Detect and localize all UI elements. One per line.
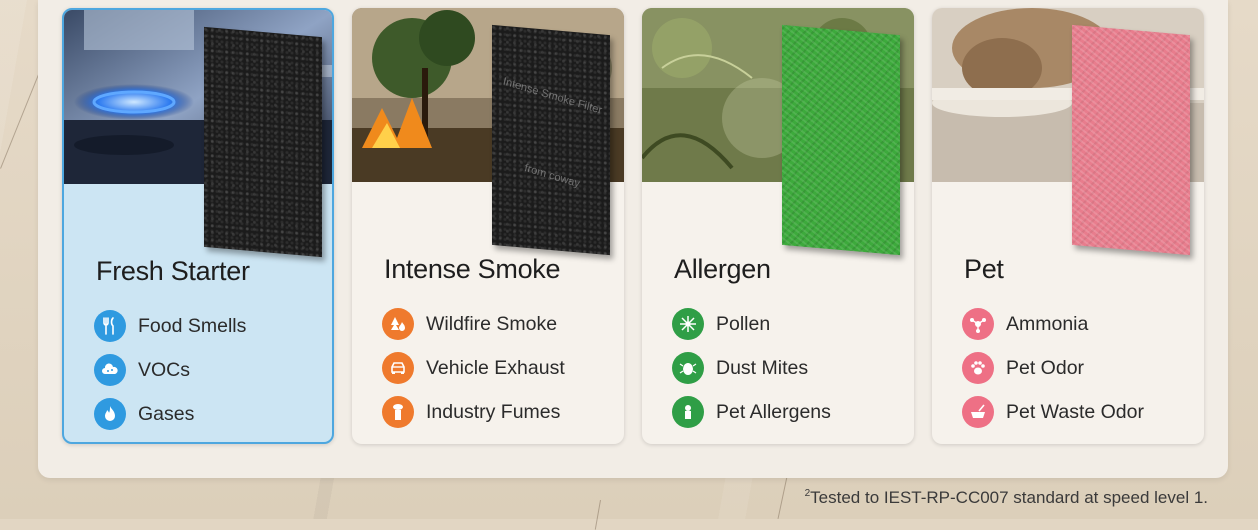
feature-label: Ammonia [1006,312,1089,335]
feature-item: Wildfire Smoke [382,302,565,346]
car-icon [382,352,414,384]
litter-box-icon [962,396,994,428]
pet-filter-pad [1072,24,1190,256]
flame-icon [94,398,126,430]
filter-card-fresh-starter[interactable]: Fresh Starter Food Smells VOCs Gases [62,8,334,444]
feature-label: Food Smells [138,314,247,337]
feature-item: Vehicle Exhaust [382,346,565,390]
card-title: Intense Smoke [384,254,561,284]
filter-brand-label: from coway [523,162,581,191]
filter-card-pet[interactable]: Pet Ammonia Pet Odor Pet Waste Odor [932,8,1204,444]
carbon-filter-pad [204,26,322,258]
feature-list: Wildfire Smoke Vehicle Exhaust Industry … [382,302,565,434]
feature-label: Industry Fumes [426,400,561,423]
filter-options-panel: Fresh Starter Food Smells VOCs Gases Int… [38,0,1228,478]
feature-label: Pet Allergens [716,400,831,423]
pollen-icon [672,308,704,340]
dust-mite-icon [672,352,704,384]
feature-item: Pet Odor [962,346,1144,390]
molecule-icon [962,308,994,340]
pet-allergen-icon [672,396,704,428]
feature-item: Pollen [672,302,831,346]
feature-label: Dust Mites [716,356,809,379]
footnote-text: Tested to IEST-RP-CC007 standard at spee… [810,488,1208,507]
feature-item: Pet Allergens [672,390,831,434]
feature-label: Pet Waste Odor [1006,400,1144,423]
card-title: Allergen [674,254,771,284]
feature-label: Pet Odor [1006,356,1085,379]
feature-item: Industry Fumes [382,390,565,434]
feature-item: Pet Waste Odor [962,390,1144,434]
filter-card-allergen[interactable]: Allergen Pollen Dust Mites Pet Allergens [642,8,914,444]
feature-item: Food Smells [94,304,246,348]
feature-label: Pollen [716,312,771,335]
utensils-icon [94,310,126,342]
cloud-icon [94,354,126,386]
smoke-filter-pad: Intense Smoke Filter from coway [492,24,610,256]
card-title: Fresh Starter [96,256,250,286]
feature-list: Food Smells VOCs Gases [94,304,246,436]
allergen-filter-pad [782,24,900,256]
paw-icon [962,352,994,384]
feature-item: Dust Mites [672,346,831,390]
footnote: 2Tested to IEST-RP-CC007 standard at spe… [805,488,1208,508]
feature-list: Pollen Dust Mites Pet Allergens [672,302,831,434]
filter-print-label: Intense Smoke Filter [501,75,604,117]
fire-tree-icon [382,308,414,340]
factory-icon [382,396,414,428]
feature-label: Vehicle Exhaust [426,356,565,379]
feature-item: Gases [94,392,246,436]
card-title: Pet [964,254,1004,284]
feature-label: Wildfire Smoke [426,312,558,335]
feature-item: Ammonia [962,302,1144,346]
feature-item: VOCs [94,348,246,392]
feature-list: Ammonia Pet Odor Pet Waste Odor [962,302,1144,434]
feature-label: VOCs [138,358,191,381]
filter-card-intense-smoke[interactable]: Intense Smoke Filter from coway Intense … [352,8,624,444]
feature-label: Gases [138,402,195,425]
